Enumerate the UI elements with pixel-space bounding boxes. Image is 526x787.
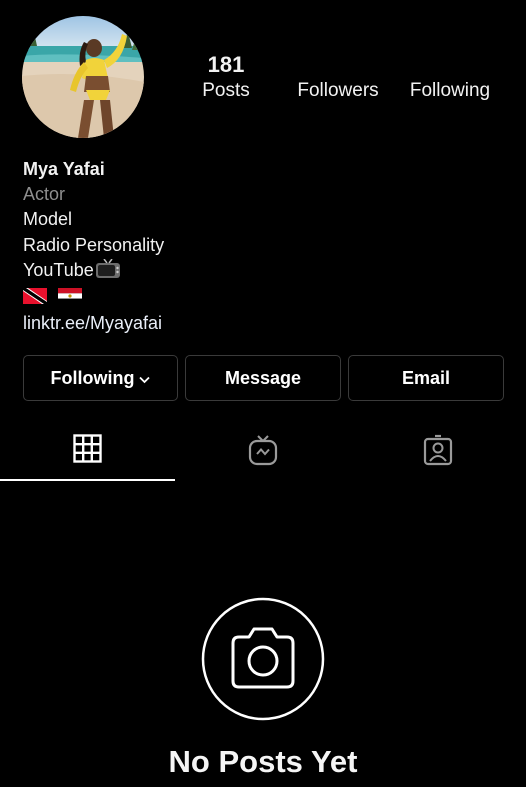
profile-name: Mya Yafai (23, 159, 105, 179)
tab-igtv[interactable] (175, 427, 350, 481)
empty-state-title: No Posts Yet (168, 744, 358, 779)
egypt-flag-icon (58, 286, 82, 311)
tab-tagged[interactable] (350, 427, 525, 481)
trinidad-tobago-flag-icon (23, 286, 47, 311)
profile-link[interactable]: linktr.ee/Myayafai (23, 311, 164, 336)
following-count (402, 52, 498, 78)
posts-count: 181 (207, 52, 245, 77)
bio-line-text: YouTube (23, 259, 94, 280)
avatar-photo (22, 16, 144, 138)
profile-avatar[interactable] (22, 16, 144, 138)
tv-emoji-icon (95, 258, 121, 286)
profile-category: Actor (23, 184, 66, 205)
bio-line: Model (23, 209, 73, 230)
chevron-down-icon (139, 368, 151, 389)
followers-stat[interactable]: Followers (290, 52, 386, 102)
flags-row (23, 286, 164, 311)
tagged-icon (423, 434, 453, 471)
following-button[interactable]: Following (23, 355, 178, 401)
following-button-label: Following (50, 367, 135, 388)
posts-stat[interactable]: 181 Posts (196, 52, 256, 102)
camera-icon (201, 597, 325, 721)
email-button-label: Email (401, 367, 451, 388)
bio-line-youtube: YouTube (23, 258, 164, 286)
email-button[interactable]: Email (348, 355, 504, 401)
posts-label: Posts (202, 80, 250, 101)
grid-icon (73, 434, 102, 468)
message-button-label: Message (224, 367, 302, 388)
following-label: Following (409, 80, 491, 101)
tab-posts-grid[interactable] (0, 427, 175, 481)
profile-bio: Mya Yafai Actor Model Radio Personality … (23, 157, 164, 336)
bio-line: Radio Personality (23, 234, 165, 255)
igtv-icon (248, 434, 278, 471)
followers-count (290, 52, 386, 78)
followers-label: Followers (297, 80, 379, 101)
following-stat[interactable]: Following (402, 52, 498, 102)
empty-state-camera (201, 597, 325, 721)
message-button[interactable]: Message (185, 355, 341, 401)
